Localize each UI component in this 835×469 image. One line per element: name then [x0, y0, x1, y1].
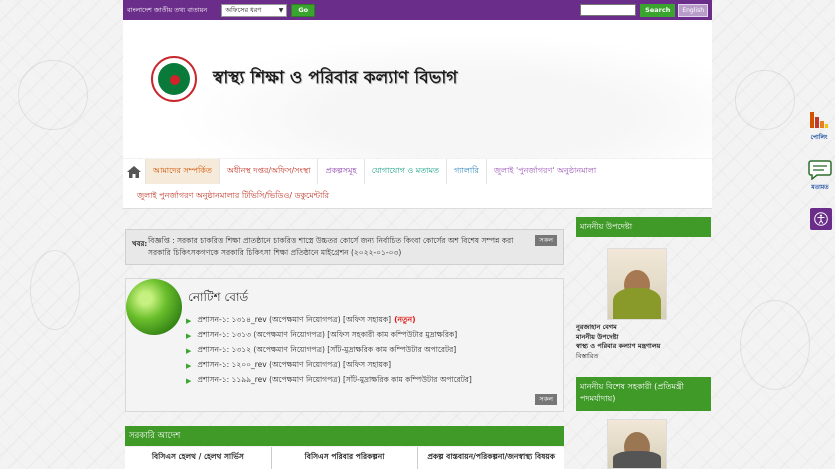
adviser-details-link[interactable]: বিস্তারিত: [576, 352, 711, 362]
nav-subordinate-offices[interactable]: অধীনস্থ দপ্তর/অফিস/সংস্থা: [218, 159, 318, 184]
special-assistant-heading: মাননীয় বিশেষ সহকারী (প্রতিমন্ত্রী পদমর্…: [576, 377, 711, 411]
search-button[interactable]: Search: [640, 3, 676, 17]
polling-label: পোলিং: [810, 134, 828, 141]
adviser-heading: মাননীয় উপদেষ্টা: [576, 217, 711, 237]
main-nav: আমাদের সম্পর্কিত অধীনস্থ দপ্তর/অফিস/সংস্…: [123, 159, 712, 209]
nav-gallery[interactable]: গ্যালারি: [446, 159, 486, 184]
office-type-select[interactable]: অফিসের ধরণ ▼: [221, 3, 288, 17]
adviser-title: মাননীয় উপদেষ্টা: [576, 332, 619, 341]
portal-link[interactable]: বাংলাদেশ জাতীয় তথ্য বাতায়ন: [127, 5, 207, 16]
adviser-info: নুরজাহান বেগম মাননীয় উপদেষ্টা স্বাস্থ্য…: [576, 323, 711, 361]
notice-item[interactable]: ▶ প্রশাসন-১: ১১৯৯_rev (অপেক্ষমাণ নিয়োগপ…: [186, 373, 472, 388]
special-assistant-photo[interactable]: [607, 419, 667, 469]
notice-item[interactable]: ▶ প্রশাসন-১: ১৩১২ (অপেক্ষমাণ নিয়োগপত্র)…: [186, 343, 472, 358]
nav-july-tvc[interactable]: জুলাই পুনর্জাগরণ অনুষ্ঠানমালার টিভিসি/ভি…: [123, 184, 336, 209]
accessibility-icon[interactable]: [810, 208, 832, 230]
notice-item[interactable]: ▶ প্রশাসন-১: ১২০০_rev (অপেক্ষমাণ নিয়োগপ…: [186, 358, 472, 373]
go-button[interactable]: Go: [291, 3, 316, 17]
news-text[interactable]: বিজ্ঞপ্তি : সরকার চাকরিত্ত শিক্ষা প্রাতষ…: [148, 235, 528, 259]
bar-chart-icon: [810, 112, 828, 128]
notice-list: ▶ প্রশাসন-১: ১৩১৪_rev (অপেক্ষমাণ নিয়োগপ…: [186, 313, 472, 388]
chat-bubble-icon: [808, 160, 832, 180]
nav-about[interactable]: আমাদের সম্পর্কিত: [145, 159, 219, 184]
notice-item[interactable]: ▶ প্রশাসন-১: ১৩১৩ (অপেক্ষমাণ নিয়োগপত্র)…: [186, 328, 472, 343]
background-doodle: [735, 70, 795, 130]
news-all-button[interactable]: সকল: [535, 235, 557, 246]
background-doodle: [30, 250, 80, 330]
news-ticker: খবর: বিজ্ঞপ্তি : সরকার চাকরিত্ত শিক্ষা প…: [125, 229, 564, 265]
bullet-icon: ▶: [186, 331, 192, 340]
gov-orders-row: বিসিএস হেলথ / হেলথ সার্ভিস বিসিএস পরিবার…: [125, 447, 564, 469]
site-title[interactable]: স্বাস্থ্য শিক্ষা ও পরিবার কল্যাণ বিভাগ: [213, 65, 457, 93]
opinion-label: মতামত: [811, 184, 829, 191]
bullet-icon: ▶: [186, 376, 192, 385]
opinion-widget[interactable]: মতামত: [808, 160, 832, 193]
chevron-down-icon: ▼: [278, 6, 284, 14]
globe-icon: [126, 279, 182, 335]
gov-order-projects[interactable]: প্রকল্প বাস্তবায়ন/পরিকল্পনা/জনস্বাস্থ্য…: [418, 447, 564, 469]
bullet-icon: ▶: [186, 361, 192, 370]
new-badge: (নতুন): [394, 314, 416, 324]
notice-board: নোটিশ বোর্ড ▶ প্রশাসন-১: ১৩১৪_rev (অপেক্…: [125, 278, 564, 412]
polling-widget[interactable]: পোলিং: [808, 108, 830, 143]
adviser-ministry: স্বাস্থ্য ও পরিবার কল্যাণ মন্ত্রণালয়: [576, 342, 661, 350]
gov-orders-title: সরকারি আদেশ: [125, 426, 564, 446]
nav-july-event[interactable]: জুলাই 'পুনর্জাগরণ' অনুষ্ঠানমালা: [485, 159, 603, 184]
notice-item[interactable]: ▶ প্রশাসন-১: ১৩১৪_rev (অপেক্ষমাণ নিয়োগপ…: [186, 313, 472, 328]
gov-order-family-planning[interactable]: বিসিএস পরিবার পরিকল্পনা: [272, 447, 419, 469]
bullet-icon: ▶: [186, 346, 192, 355]
office-type-value: অফিসের ধরণ: [225, 5, 262, 14]
adviser-name: নুরজাহান বেগম: [576, 323, 617, 331]
news-label: খবর:: [132, 240, 148, 248]
notice-all-button[interactable]: সকল: [535, 394, 557, 405]
background-doodle: [740, 300, 810, 390]
english-language-button[interactable]: English: [678, 3, 708, 17]
site-banner: স্বাস্থ্য শিক্ষা ও পরিবার কল্যাণ বিভাগ: [123, 20, 712, 158]
gov-order-health[interactable]: বিসিএস হেলথ / হেলথ সার্ভিস: [125, 447, 272, 469]
adviser-photo[interactable]: [607, 248, 667, 320]
bullet-icon: ▶: [186, 316, 192, 325]
search-input[interactable]: [580, 4, 637, 16]
govt-logo-icon[interactable]: [151, 56, 197, 102]
nav-projects[interactable]: প্রকল্পসমূহ: [317, 159, 363, 184]
background-doodle: [18, 60, 88, 130]
nav-contact[interactable]: যোগাযোগ ও মতামত: [363, 159, 446, 184]
top-bar: বাংলাদেশ জাতীয় তথ্য বাতায়ন অফিসের ধরণ …: [123, 0, 712, 20]
notice-board-title: নোটিশ বোর্ড: [188, 290, 249, 304]
home-icon[interactable]: [123, 159, 145, 184]
